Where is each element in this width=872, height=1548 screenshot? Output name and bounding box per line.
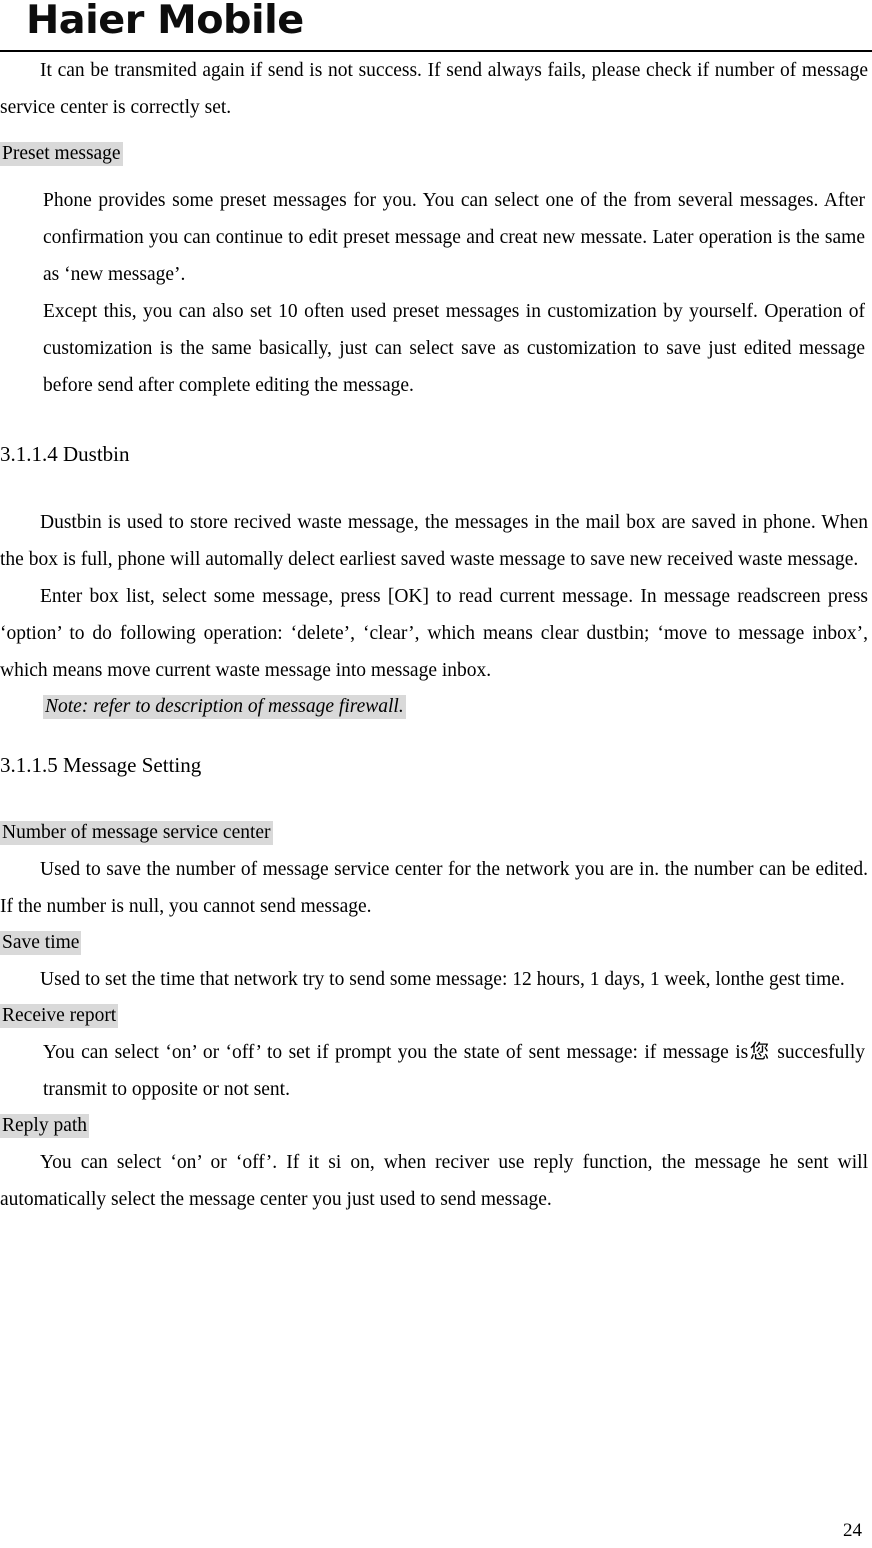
preset-message-label-line: Preset message <box>0 136 872 172</box>
page-header: Haier Mobile <box>0 0 872 52</box>
dustbin-paragraph-2: Enter box list, select some message, pre… <box>0 586 868 681</box>
reply-path-label: Reply path <box>0 1114 90 1138</box>
preset-message-label: Preset message <box>0 142 123 166</box>
dustbin-paragraph-1: Dustbin is used to store recived waste m… <box>0 512 868 570</box>
haier-mobile-logo: Haier Mobile <box>26 0 304 43</box>
save-time-label: Save time <box>0 931 82 955</box>
service-center-label: Number of message service center <box>0 821 273 845</box>
preset-paragraph-2: Except this, you can also set 10 often u… <box>43 301 865 396</box>
reply-path-paragraph: You can select ‘on’ or ‘off’. If it si o… <box>0 1152 868 1210</box>
dustbin-note-line: Note: refer to description of message fi… <box>43 689 872 725</box>
receive-report-label-line: Receive report <box>0 998 872 1034</box>
save-time-paragraph: Used to set the time that network try to… <box>40 969 845 990</box>
page-content: It can be transmited again if send is no… <box>0 52 872 1218</box>
service-center-paragraph: Used to save the number of message servi… <box>0 859 868 917</box>
receive-report-label: Receive report <box>0 1004 119 1028</box>
heading-message-setting: 3.1.1.5 Message Setting <box>0 753 202 777</box>
dustbin-note: Note: refer to description of message fi… <box>43 695 406 719</box>
heading-dustbin: 3.1.1.4 Dustbin <box>0 442 130 466</box>
receive-report-paragraph: You can select ‘on’ or ‘off’ to set if p… <box>43 1042 865 1100</box>
save-time-label-line: Save time <box>0 925 872 961</box>
preset-paragraph-1: Phone provides some preset messages for … <box>43 190 865 285</box>
page-number: 24 <box>843 1520 862 1541</box>
document-page: Haier Mobile It can be transmited again … <box>0 0 872 1548</box>
intro-paragraph: It can be transmited again if send is no… <box>0 60 868 118</box>
reply-path-label-line: Reply path <box>0 1108 872 1144</box>
service-center-label-line: Number of message service center <box>0 815 872 851</box>
